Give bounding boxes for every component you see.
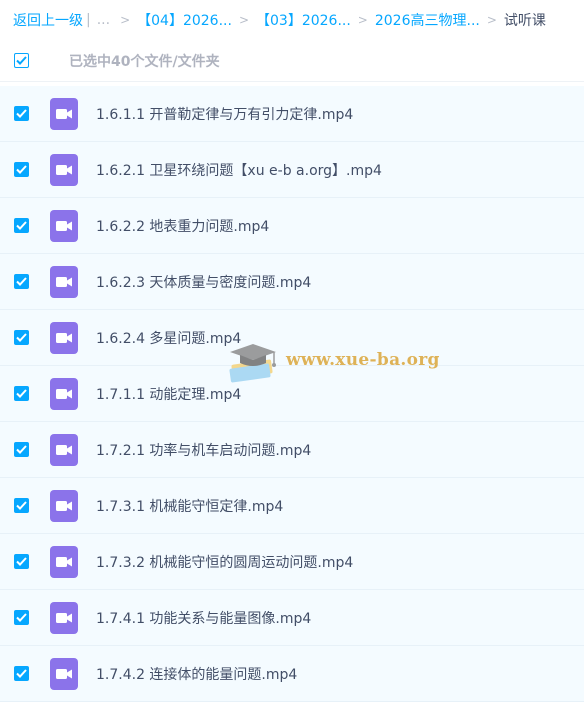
checkmark-icon <box>16 389 27 398</box>
file-checkbox[interactable] <box>14 106 29 121</box>
video-file-icon <box>50 377 78 410</box>
file-checkbox[interactable] <box>14 162 29 177</box>
checkmark-icon <box>16 277 27 286</box>
checkmark-icon <box>16 557 27 566</box>
checkmark-icon <box>16 333 27 342</box>
file-name[interactable]: 1.7.1.1 动能定理.mp4 <box>96 384 241 404</box>
file-name[interactable]: 1.6.2.1 卫星环绕问题【xu e-b a.org】.mp4 <box>96 160 382 180</box>
checkmark-icon <box>16 109 27 118</box>
file-row[interactable]: 1.7.3.2 机械能守恒的圆周运动问题.mp4 <box>0 534 584 590</box>
breadcrumb-ellipsis[interactable]: ... <box>97 12 110 28</box>
file-row[interactable]: 1.6.2.1 卫星环绕问题【xu e-b a.org】.mp4 <box>0 142 584 198</box>
watermark: www.xue-ba.org <box>226 336 440 384</box>
file-name[interactable]: 1.7.4.1 功能关系与能量图像.mp4 <box>96 608 311 628</box>
chevron-right-icon: > <box>486 13 497 27</box>
video-file-icon <box>50 265 78 298</box>
file-checkbox[interactable] <box>14 498 29 513</box>
chevron-right-icon: > <box>357 13 368 27</box>
file-checkbox[interactable] <box>14 554 29 569</box>
video-file-icon <box>50 321 78 354</box>
file-name[interactable]: 1.7.2.1 功率与机车启动问题.mp4 <box>96 440 311 460</box>
watermark-text: www.xue-ba.org <box>286 350 440 370</box>
breadcrumb-current: 试听课 <box>503 13 546 29</box>
graduation-cap-icon <box>229 344 276 383</box>
chevron-right-icon: > <box>120 13 131 27</box>
file-checkbox[interactable] <box>14 386 29 401</box>
file-name[interactable]: 1.7.3.1 机械能守恒定律.mp4 <box>96 496 283 516</box>
checkmark-icon <box>16 221 27 230</box>
video-file-icon <box>50 657 78 690</box>
file-name[interactable]: 1.6.1.1 开普勒定律与万有引力定律.mp4 <box>96 104 353 124</box>
file-row[interactable]: 1.6.2.3 天体质量与密度问题.mp4 <box>0 254 584 310</box>
file-row[interactable]: 1.6.2.2 地表重力问题.mp4 <box>0 198 584 254</box>
file-row[interactable]: 1.7.4.1 功能关系与能量图像.mp4 <box>0 590 584 646</box>
file-row[interactable]: 1.7.3.1 机械能守恒定律.mp4 <box>0 478 584 534</box>
file-name[interactable]: 1.7.3.2 机械能守恒的圆周运动问题.mp4 <box>96 552 353 572</box>
video-file-icon <box>50 545 78 578</box>
checkmark-icon <box>16 501 27 510</box>
breadcrumb-crumb-3[interactable]: 2026高三物理... <box>375 10 480 30</box>
breadcrumb-crumb-1[interactable]: 【04】2026... <box>137 10 232 30</box>
selection-summary: 已选中40个文件/文件夹 <box>69 53 220 70</box>
file-list: 1.6.1.1 开普勒定律与万有引力定律.mp4 1.6.2.1 卫星环绕问题【x… <box>0 86 584 702</box>
video-file-icon <box>50 153 78 186</box>
checkmark-icon <box>16 613 27 622</box>
checkmark-icon <box>16 165 27 174</box>
video-file-icon <box>50 601 78 634</box>
file-checkbox[interactable] <box>14 666 29 681</box>
back-link[interactable]: 返回上一级 <box>13 10 83 30</box>
select-all-checkbox[interactable] <box>14 53 29 68</box>
chevron-right-icon: > <box>238 13 249 27</box>
file-checkbox[interactable] <box>14 610 29 625</box>
file-row[interactable]: 1.7.4.2 连接体的能量问题.mp4 <box>0 646 584 702</box>
video-file-icon <box>50 97 78 130</box>
file-row[interactable]: 1.6.1.1 开普勒定律与万有引力定律.mp4 <box>0 86 584 142</box>
checkmark-icon <box>16 669 27 678</box>
file-name[interactable]: 1.6.2.2 地表重力问题.mp4 <box>96 216 269 236</box>
file-name[interactable]: 1.6.2.4 多星问题.mp4 <box>96 328 241 348</box>
checkmark-icon <box>16 445 27 454</box>
file-checkbox[interactable] <box>14 330 29 345</box>
breadcrumb: 返回上一级 | ... > 【04】2026... > 【03】2026... … <box>0 0 584 40</box>
selection-bar: 已选中40个文件/文件夹 <box>0 40 584 82</box>
checkmark-icon <box>16 56 27 65</box>
video-file-icon <box>50 209 78 242</box>
video-file-icon <box>50 433 78 466</box>
breadcrumb-divider: | <box>86 12 91 28</box>
file-checkbox[interactable] <box>14 218 29 233</box>
file-name[interactable]: 1.6.2.3 天体质量与密度问题.mp4 <box>96 272 311 292</box>
file-checkbox[interactable] <box>14 274 29 289</box>
video-file-icon <box>50 489 78 522</box>
file-name[interactable]: 1.7.4.2 连接体的能量问题.mp4 <box>96 664 297 684</box>
file-row[interactable]: 1.7.2.1 功率与机车启动问题.mp4 <box>0 422 584 478</box>
file-checkbox[interactable] <box>14 442 29 457</box>
breadcrumb-crumb-2[interactable]: 【03】2026... <box>256 10 351 30</box>
